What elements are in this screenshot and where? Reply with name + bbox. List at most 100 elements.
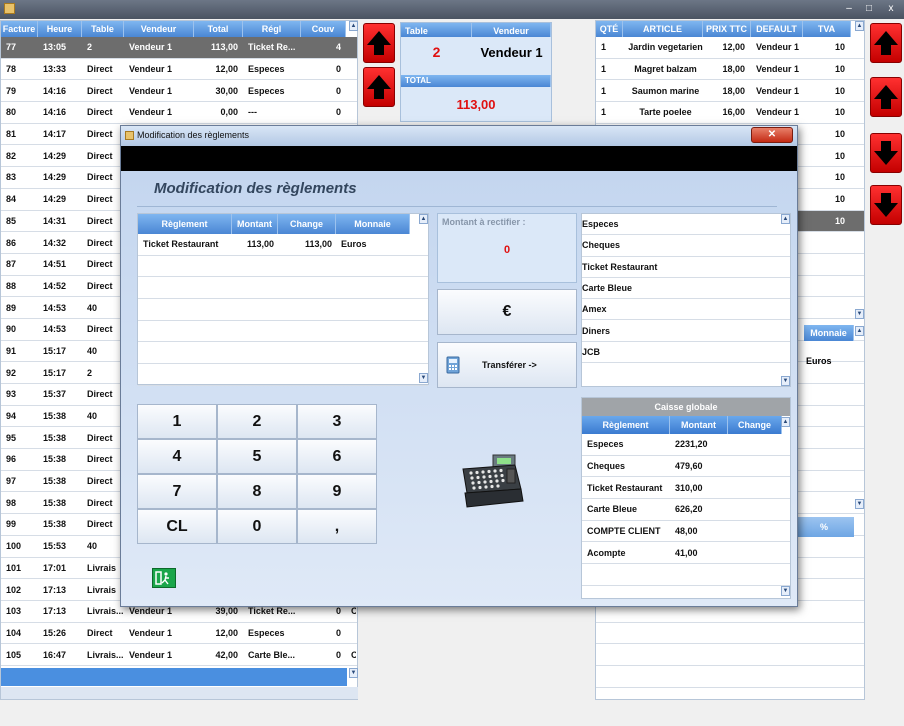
payment-cell: 113,00 [304, 239, 332, 250]
payment-method-item[interactable]: Diners [582, 320, 790, 342]
keypad-0-button[interactable]: 0 [217, 509, 297, 544]
keypad-3-button[interactable]: 3 [297, 404, 377, 439]
euro-button[interactable]: € [437, 289, 577, 335]
keypad-comma-button[interactable]: , [297, 509, 377, 544]
invoice-hscrollbar[interactable] [1, 687, 358, 699]
article-cell: 10 [834, 107, 845, 118]
invoice-cell: Vendeur 1 [129, 606, 173, 617]
payment-method-item[interactable]: Especes [582, 214, 790, 236]
rectify-panel: Montant à rectifier : 0 [437, 213, 577, 283]
invoice-row[interactable]: 78 13:33 Direct Vendeur 1 12,00 Especes 0 [1, 59, 357, 81]
invoice-cell: 94 [6, 411, 17, 422]
invoice-cell: Livrais [87, 562, 117, 573]
article-up-button-2[interactable] [870, 77, 902, 117]
keypad-1-button[interactable]: 1 [137, 404, 217, 439]
article-down-button-2[interactable] [870, 185, 902, 225]
scroll-up-button-2[interactable] [363, 67, 395, 107]
invoice-scroll-down[interactable]: ▼ [349, 668, 358, 678]
article-cell: 1 [601, 64, 607, 75]
invoice-cell: 113,00 [210, 42, 238, 53]
payments-scroll-up[interactable]: ▲ [419, 214, 428, 224]
keypad-6-button[interactable]: 6 [297, 439, 377, 474]
invoice-cell: 0 [335, 627, 341, 638]
invoice-scroll-up[interactable]: ▲ [349, 21, 358, 31]
article-row[interactable]: 1 Magret balzam 18,00 Vendeur 1 10 [596, 59, 864, 81]
close-window-button[interactable]: x [880, 1, 902, 17]
transfer-button[interactable]: Transférer -> [437, 342, 577, 388]
caisse-scroll-down[interactable]: ▼ [781, 586, 790, 596]
article-scroll-up[interactable]: ▲ [855, 21, 864, 31]
arrow-up-icon [874, 31, 898, 55]
invoice-col-header: Régl [243, 21, 301, 37]
heading-divider [137, 206, 777, 207]
invoice-cell: 15:38 [43, 454, 67, 465]
invoice-cell: 12,00 [215, 64, 238, 75]
maximize-button[interactable]: □ [860, 1, 878, 17]
scroll-up-button[interactable] [363, 23, 395, 63]
caisse-row: Carte Bleue 626,20 [582, 499, 790, 521]
methods-scroll-down[interactable]: ▼ [781, 376, 790, 386]
invoice-cell: Direct [87, 194, 113, 205]
invoice-cell: Especes [248, 85, 285, 96]
payment-row[interactable] [138, 342, 428, 365]
invoice-cell: Direct [87, 107, 113, 118]
article-row[interactable]: 1 Saumon marine 18,00 Vendeur 1 10 [596, 80, 864, 103]
invoice-cell: 101 [6, 562, 22, 573]
invoice-col-header: Table [82, 21, 124, 37]
invoice-cell: Vendeur 1 [129, 649, 173, 660]
monnaie-scroll-down[interactable]: ▼ [855, 499, 864, 509]
dialog-close-button[interactable]: ✕ [751, 127, 793, 143]
payment-method-item[interactable]: Cheques [582, 235, 790, 257]
keypad-4-button[interactable]: 4 [137, 439, 217, 474]
keypad-5-button[interactable]: 5 [217, 439, 297, 474]
payment-method-item[interactable]: Amex [582, 299, 790, 321]
payment-row[interactable] [138, 256, 428, 278]
payment-row[interactable] [138, 321, 428, 343]
invoice-row[interactable]: 79 14:16 Direct Vendeur 1 30,00 Especes 0 [1, 80, 357, 103]
article-empty-row [596, 623, 864, 645]
invoice-cell: Direct [87, 519, 113, 530]
payment-row[interactable] [138, 299, 428, 321]
caisse-cell: 41,00 [675, 547, 698, 558]
invoice-cell: 2 [87, 367, 93, 378]
article-row[interactable]: 1 Jardin vegetarien 12,00 Vendeur 1 10 [596, 37, 864, 59]
exit-button[interactable] [152, 568, 176, 588]
keypad-8-button[interactable]: 8 [217, 474, 297, 509]
payment-row[interactable]: Ticket Restaurant 113,00 113,00 Euros [138, 234, 428, 256]
invoice-cell: 14:53 [43, 302, 67, 313]
keypad-cl-button[interactable]: CL [137, 509, 217, 544]
invoice-cell: Livrais... [87, 606, 124, 617]
invoice-cell: 2 [87, 42, 93, 53]
methods-scroll-up[interactable]: ▲ [781, 214, 790, 224]
caisse-scroll-up[interactable]: ▲ [781, 417, 790, 427]
payments-col-header: Montant [232, 214, 278, 234]
invoice-cell: Direct [87, 280, 113, 291]
article-up-button[interactable] [870, 23, 902, 63]
minimize-button[interactable]: – [840, 1, 858, 17]
payment-row[interactable] [138, 277, 428, 300]
payment-method-item[interactable]: JCB [582, 342, 790, 364]
keypad-9-button[interactable]: 9 [297, 474, 377, 509]
article-row[interactable]: 1 Tarte poelee 16,00 Vendeur 1 10 [596, 102, 864, 124]
payment-method-item[interactable]: Ticket Restaurant [582, 257, 790, 278]
keypad-7-button[interactable]: 7 [137, 474, 217, 509]
total-value: 113,00 [456, 97, 496, 112]
payment-method-item[interactable]: Carte Bleue [582, 278, 790, 300]
invoice-row[interactable]: 104 15:26 Direct Vendeur 1 12,00 Especes 0 [1, 623, 357, 645]
invoice-cell: Ticket Re... [248, 606, 296, 617]
vendeur-value: Vendeur 1 [480, 44, 543, 60]
payments-scroll-down[interactable]: ▼ [419, 373, 428, 383]
monnaie-scroll-up[interactable]: ▲ [855, 326, 864, 336]
invoice-row[interactable]: 77 13:05 2 Vendeur 1 113,00 Ticket Re... 4 [1, 37, 357, 59]
dialog-body: Modification des règlements Règlement Mon… [121, 171, 797, 606]
keypad-2-button[interactable]: 2 [217, 404, 297, 439]
article-cell: Magret balzam [634, 64, 697, 75]
article-down-button[interactable] [870, 133, 902, 173]
invoice-row[interactable]: 105 16:47 Livrais... Vendeur 1 42,00 Carte Bl… [1, 644, 357, 666]
calculator-icon [446, 356, 460, 374]
payment-row[interactable] [138, 364, 428, 386]
article-cell: 10 [834, 64, 845, 75]
article-scroll-down[interactable]: ▼ [855, 309, 864, 319]
invoice-cell: 14:32 [43, 237, 67, 248]
invoice-row[interactable]: 80 14:16 Direct Vendeur 1 0,00 --- 0 [1, 102, 357, 124]
